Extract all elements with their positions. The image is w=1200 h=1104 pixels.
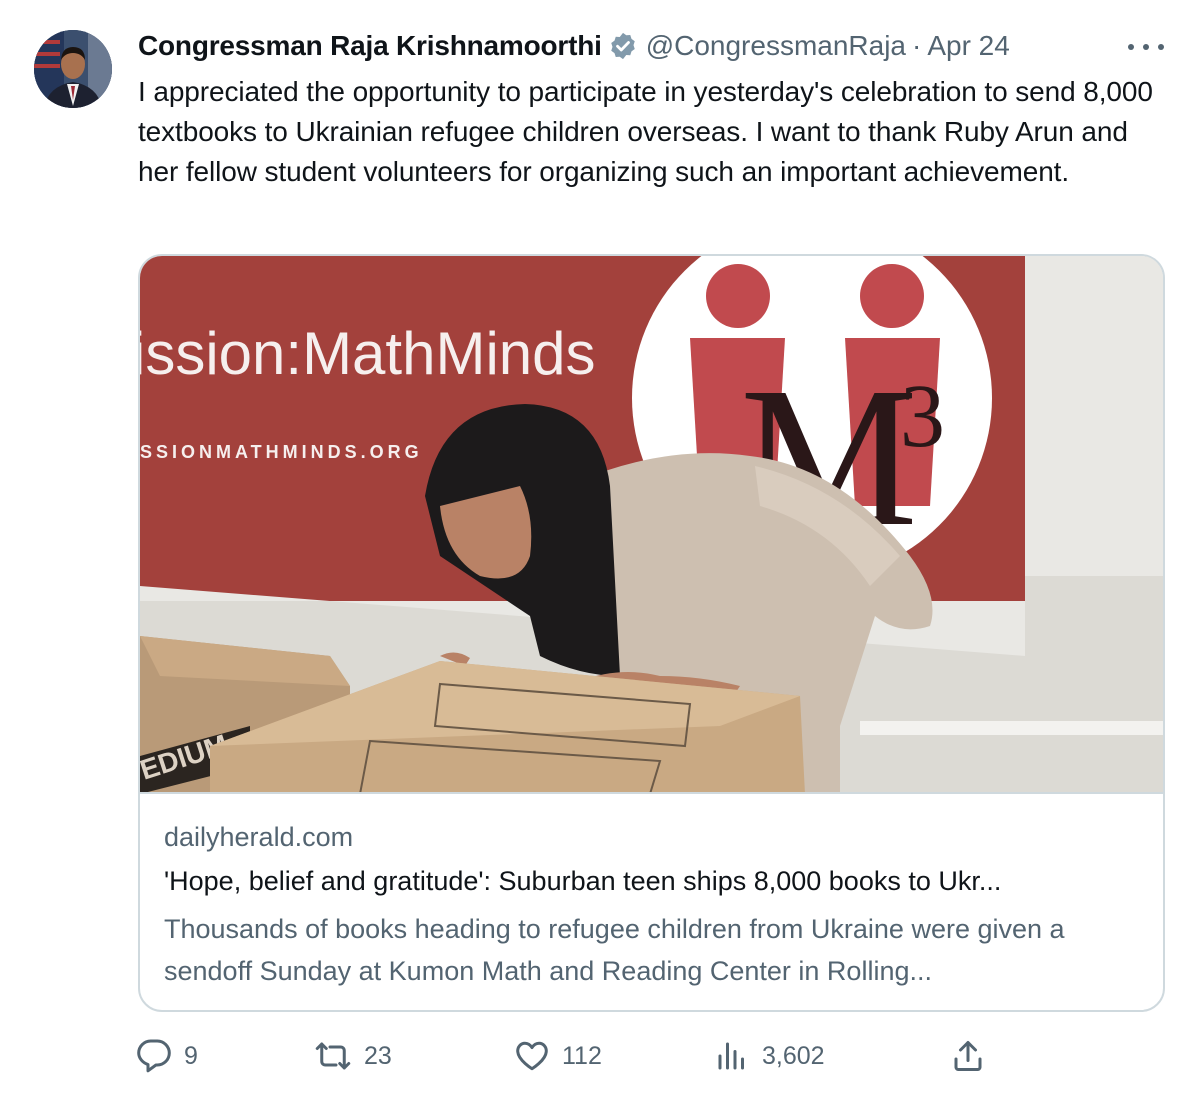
tweet-header: Congressman Raja Krishnamoorthi @Congres…	[138, 28, 1138, 64]
card-image[interactable]: ission:MathMinds SSIONMATHMINDS.ORG M 3	[140, 256, 1163, 794]
views-count: 3,602	[762, 1041, 825, 1070]
card-description: Thousands of books heading to refugee ch…	[164, 914, 1065, 986]
reply-button[interactable]: 9	[136, 1034, 198, 1078]
banner-url-text: SSIONMATHMINDS.ORG	[140, 442, 423, 462]
like-icon	[516, 1041, 548, 1071]
like-count: 112	[562, 1041, 602, 1070]
separator-dot: ·	[912, 30, 922, 61]
logo-superscript: 3	[900, 367, 945, 466]
like-button[interactable]: 112	[514, 1034, 602, 1078]
retweet-icon	[315, 1042, 351, 1070]
retweet-count: 23	[364, 1041, 392, 1070]
retweet-button[interactable]: 23	[314, 1034, 392, 1078]
author-handle[interactable]: @CongressmanRaja	[646, 30, 906, 62]
tweet[interactable]: Congressman Raja Krishnamoorthi @Congres…	[0, 0, 1200, 1104]
card-title[interactable]: 'Hope, belief and gratitude': Suburban t…	[164, 866, 1144, 897]
share-icon	[954, 1041, 982, 1071]
verified-badge-icon[interactable]	[608, 31, 638, 61]
tweet-text: I appreciated the opportunity to partici…	[138, 76, 1153, 187]
reply-icon	[137, 1039, 171, 1073]
reply-count: 9	[184, 1041, 198, 1070]
card-domain[interactable]: dailyherald.com	[164, 822, 353, 853]
tweet-date[interactable]: Apr 24	[927, 30, 1010, 62]
views-icon	[718, 1042, 744, 1070]
share-button[interactable]	[950, 1034, 986, 1078]
link-card[interactable]: ission:MathMinds SSIONMATHMINDS.ORG M 3	[138, 254, 1165, 1012]
author-name[interactable]: Congressman Raja Krishnamoorthi	[138, 30, 602, 62]
tweet-actions: 9 23 112 3,602	[136, 1034, 996, 1078]
more-icon[interactable]	[1128, 32, 1164, 62]
views-button[interactable]: 3,602	[714, 1034, 825, 1078]
avatar[interactable]	[34, 30, 112, 108]
banner-text: ission:MathMinds	[140, 320, 596, 387]
